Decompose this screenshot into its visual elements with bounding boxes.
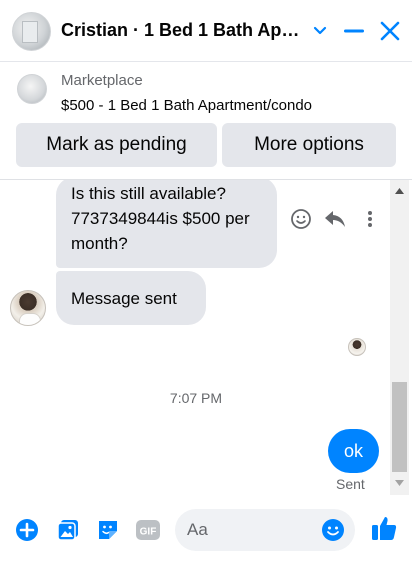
incoming-message[interactable]: Is this still available? 7737349844is $5… [56, 180, 277, 268]
message-timestamp: 7:07 PM [169, 390, 223, 406]
incoming-message[interactable]: Message sent [56, 271, 206, 325]
more-options-button[interactable]: More options [222, 123, 396, 167]
like-icon[interactable] [369, 513, 399, 543]
seen-indicator-avatar [348, 338, 366, 356]
outgoing-message[interactable]: ok [328, 429, 379, 473]
photo-icon[interactable] [55, 517, 81, 543]
chat-header: Cristian · 1 Bed 1 Bath Apartment/condo [0, 0, 412, 62]
sender-avatar[interactable] [10, 290, 46, 326]
plus-icon[interactable] [14, 517, 40, 543]
marketplace-label: Marketplace [61, 72, 143, 89]
message-list: Is this still available? 7737349844is $5… [0, 180, 412, 498]
contact-avatar[interactable] [12, 12, 51, 51]
message-composer: GIF [0, 498, 412, 561]
close-icon[interactable] [377, 18, 403, 44]
emoji-icon[interactable] [321, 518, 345, 542]
message-scrollbar[interactable] [390, 180, 409, 495]
smile-icon[interactable] [289, 207, 313, 231]
marketplace-panel: Marketplace $500 - 1 Bed 1 Bath Apartmen… [0, 62, 412, 180]
message-input-wrapper [175, 509, 355, 551]
listing-thumbnail[interactable] [17, 74, 47, 104]
scroll-up-arrow-icon[interactable] [390, 184, 409, 198]
chat-title[interactable]: Cristian · 1 Bed 1 Bath Apartment/condo [61, 20, 306, 41]
sticker-icon[interactable] [95, 517, 121, 543]
mark-as-pending-button[interactable]: Mark as pending [16, 123, 217, 167]
gif-icon[interactable]: GIF [135, 517, 161, 543]
message-input[interactable] [187, 509, 317, 551]
minimize-icon[interactable] [341, 18, 367, 44]
delivery-status: Sent [336, 476, 365, 492]
scrollbar-thumb[interactable] [392, 382, 407, 472]
chevron-down-icon[interactable] [307, 18, 333, 44]
more-icon[interactable] [358, 207, 382, 231]
gif-icon-label: GIF [140, 527, 157, 538]
reply-icon[interactable] [323, 207, 347, 231]
listing-title[interactable]: $500 - 1 Bed 1 Bath Apartment/condo [61, 97, 312, 114]
scroll-down-arrow-icon[interactable] [390, 476, 409, 490]
